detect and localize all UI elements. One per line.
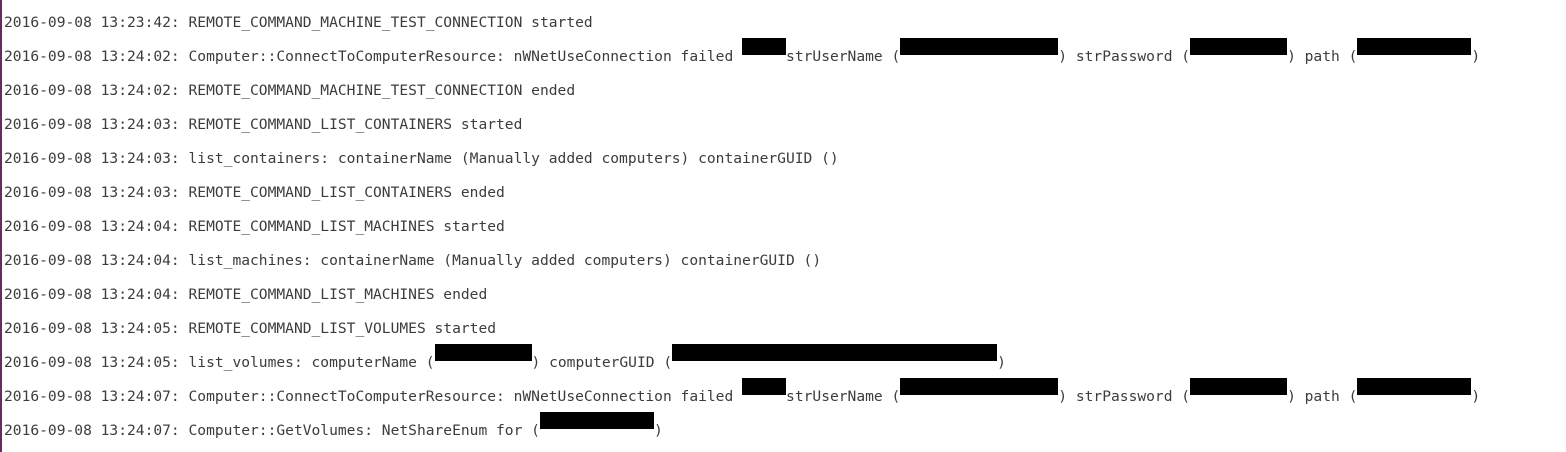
log-line: 2016-09-08 13:24:04: REMOTE_COMMAND_LIST…: [4, 278, 1559, 312]
log-text: strUserName (: [786, 388, 901, 405]
log-text: strUserName (: [786, 48, 901, 65]
log-line: 2016-09-08 13:24:03: list_containers: co…: [4, 142, 1559, 176]
log-line: 2016-09-08 13:24:02: Computer::ConnectTo…: [4, 38, 1559, 74]
log-output: 2016-09-08 13:23:42: REMOTE_COMMAND_MACH…: [4, 6, 1559, 448]
log-text: 2016-09-08 13:24:03: REMOTE_COMMAND_LIST…: [4, 116, 523, 133]
log-text: ) strPassword (: [1058, 388, 1191, 405]
log-text: ): [997, 354, 1006, 371]
log-line: 2016-09-08 13:24:04: REMOTE_COMMAND_LIST…: [4, 210, 1559, 244]
log-line: 2016-09-08 13:24:07: Computer::GetVolume…: [4, 412, 1559, 448]
redaction-block: [434, 344, 532, 361]
log-text: 2016-09-08 13:24:03: REMOTE_COMMAND_LIST…: [4, 184, 505, 201]
log-text: 2016-09-08 13:24:03: list_containers: co…: [4, 150, 839, 167]
log-line: 2016-09-08 13:24:05: list_volumes: compu…: [4, 344, 1559, 380]
log-text: 2016-09-08 13:24:04: REMOTE_COMMAND_LIST…: [4, 218, 505, 235]
log-text: ): [1471, 48, 1481, 65]
log-line: 2016-09-08 13:24:02: REMOTE_COMMAND_MACH…: [4, 74, 1559, 108]
redaction-block: [1190, 38, 1288, 55]
redaction-block: [672, 344, 998, 361]
window-left-edge: [0, 0, 2, 452]
log-text: 2016-09-08 13:23:42: REMOTE_COMMAND_MACH…: [4, 14, 593, 31]
redaction-block: [742, 378, 787, 395]
log-text: 2016-09-08 13:24:02: Computer::ConnectTo…: [4, 48, 743, 65]
log-text: ): [653, 422, 663, 439]
log-text: ) path (: [1287, 388, 1358, 405]
log-line: 2016-09-08 13:24:04: list_machines: cont…: [4, 244, 1559, 278]
redaction-block: [1357, 378, 1472, 395]
log-text: 2016-09-08 13:24:05: list_volumes: compu…: [4, 354, 435, 371]
log-line: 2016-09-08 13:24:03: REMOTE_COMMAND_LIST…: [4, 176, 1559, 210]
log-text: ) strPassword (: [1058, 48, 1191, 65]
redaction-block: [900, 38, 1059, 55]
log-text: 2016-09-08 13:24:04: REMOTE_COMMAND_LIST…: [4, 286, 488, 303]
log-text: ) path (: [1287, 48, 1358, 65]
redaction-block: [742, 38, 787, 55]
log-text: 2016-09-08 13:24:05: REMOTE_COMMAND_LIST…: [4, 320, 497, 337]
log-line: 2016-09-08 13:24:07: Computer::ConnectTo…: [4, 378, 1559, 414]
log-line: 2016-09-08 13:23:42: REMOTE_COMMAND_MACH…: [4, 6, 1559, 40]
log-text: ): [1471, 388, 1481, 405]
log-text: 2016-09-08 13:24:02: REMOTE_COMMAND_MACH…: [4, 82, 576, 99]
log-line: 2016-09-08 13:24:03: REMOTE_COMMAND_LIST…: [4, 108, 1559, 142]
log-text: 2016-09-08 13:24:07: Computer::GetVolume…: [4, 422, 540, 439]
redaction-block: [1357, 38, 1472, 55]
log-text: 2016-09-08 13:24:04: list_machines: cont…: [4, 252, 822, 269]
log-line: 2016-09-08 13:24:05: REMOTE_COMMAND_LIST…: [4, 312, 1559, 346]
redaction-block: [900, 378, 1059, 395]
log-text: ) computerGUID (: [531, 354, 673, 371]
log-text: 2016-09-08 13:24:07: Computer::ConnectTo…: [4, 388, 743, 405]
redaction-block: [539, 412, 654, 429]
redaction-block: [1190, 378, 1288, 395]
